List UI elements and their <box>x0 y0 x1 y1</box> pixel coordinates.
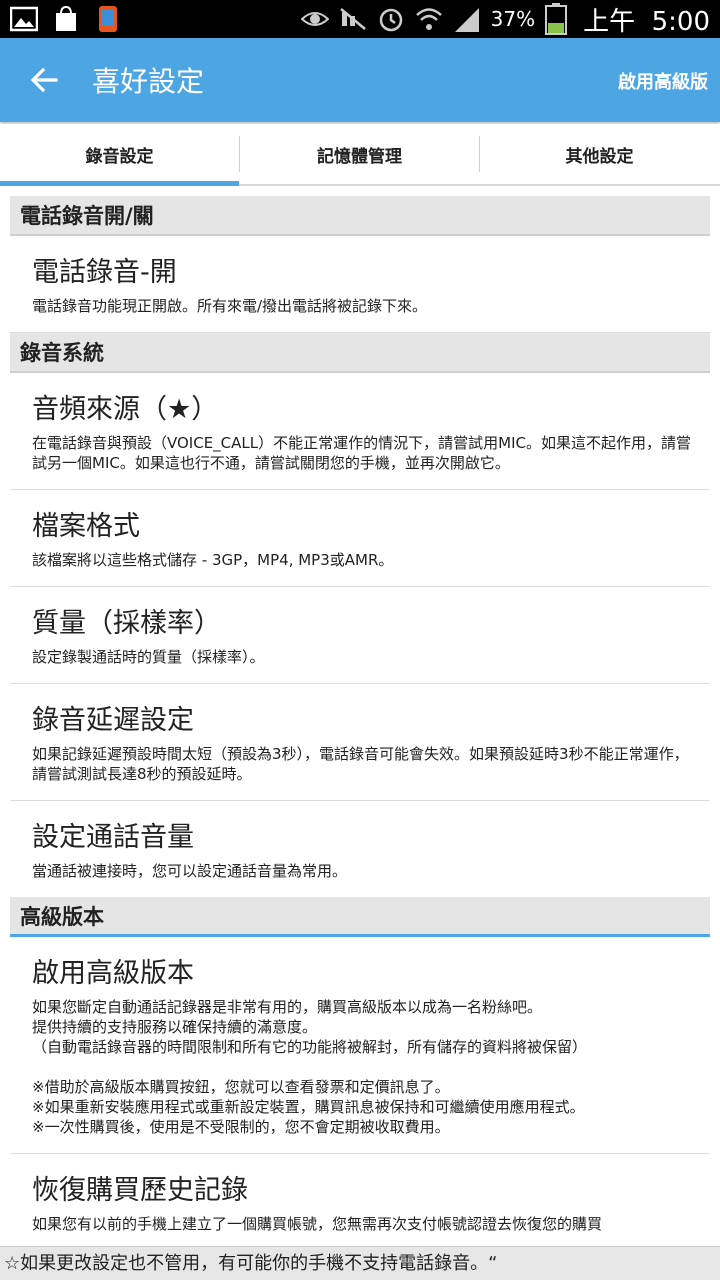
tab-indicator <box>0 181 239 186</box>
pref-restore-purchase[interactable]: 恢復購買歷史記錄 如果您有以前的手機上建立了一個購買帳號，您無需再次支付帳號認證… <box>10 1154 710 1246</box>
pref-summary: 該檔案將以這些格式儲存 - 3GP，MP4, MP3或AMR。 <box>32 551 394 569</box>
pref-summary: 如果您有以前的手機上建立了一個購買帳號，您無需再次支付帳號認證去恢復您的購買 <box>32 1215 603 1233</box>
tab-recording-settings[interactable]: 錄音設定 <box>0 124 239 184</box>
wifi-icon <box>415 8 442 30</box>
battery-icon <box>545 3 568 35</box>
tab-bar: 錄音設定 記憶體管理 其他設定 <box>0 124 720 186</box>
phone-app-icon <box>99 6 117 32</box>
gallery-icon <box>10 6 38 32</box>
pref-title: 設定通話音量 <box>32 822 194 853</box>
back-arrow-icon[interactable] <box>26 62 62 98</box>
tab-memory-management[interactable]: 記憶體管理 <box>240 124 479 184</box>
pref-title: 電話錄音-開 <box>32 257 177 288</box>
pref-enable-premium[interactable]: 啟用高級版本 如果您斷定自動通話記錄器是非常有用的，購買高級版本以成為一名粉絲吧… <box>10 937 710 1154</box>
tab-other-settings[interactable]: 其他設定 <box>480 124 719 184</box>
section-header-call-recording: 電話錄音開/關 <box>10 196 710 236</box>
battery-percent: 37% <box>490 7 536 31</box>
pref-title: 恢復購買歷史記錄 <box>32 1175 248 1206</box>
pref-title: 質量（採樣率） <box>32 608 221 639</box>
section-header-premium: 高級版本 <box>10 897 710 937</box>
pref-title: 啟用高級版本 <box>32 958 194 989</box>
alarm-icon <box>379 8 402 32</box>
pref-call-volume[interactable]: 設定通話音量 當通話被連接時，您可以設定通話音量為常用。 <box>10 801 710 897</box>
preference-list[interactable]: 電話錄音開/關 電話錄音-開 電話錄音功能現正開啟。所有來電/撥出電話將被記錄下… <box>0 196 720 1246</box>
pref-title: 錄音延遲設定 <box>32 705 194 736</box>
pref-title: 檔案格式 <box>32 511 140 542</box>
section-header-recording-system: 錄音系統 <box>10 333 710 373</box>
pref-quality[interactable]: 質量（採樣率） 設定錄製通話時的質量（採樣率）。 <box>10 587 710 684</box>
galaxy-bag-icon <box>56 6 76 31</box>
pref-summary: 電話錄音功能現正開啟。所有來電/撥出電話將被記錄下來。 <box>32 297 428 315</box>
pref-call-recording[interactable]: 電話錄音-開 電話錄音功能現正開啟。所有來電/撥出電話將被記錄下來。 <box>10 236 710 333</box>
pref-summary: 如果您斷定自動通話記錄器是非常有用的，購買高級版本以成為一名粉絲吧。 提供持續的… <box>32 998 588 1136</box>
signal-icon <box>454 8 479 32</box>
bottom-notice: ☆如果更改設定也不管用，有可能你的手機不支持電話錄音。“ <box>0 1246 720 1280</box>
pref-recording-delay[interactable]: 錄音延遲設定 如果記錄延遲預設時間太短（預設為3秒），電話錄音可能會失效。如果預… <box>10 684 710 801</box>
pref-audio-source[interactable]: 音頻來源（★） 在電話錄音與預設（VOICE_CALL）不能正常運作的情況下，請… <box>10 373 710 490</box>
enable-premium-button[interactable]: 啟用高級版 <box>618 68 708 94</box>
mute-icon <box>339 8 366 30</box>
pref-summary: 當通話被連接時，您可以設定通話音量為常用。 <box>32 862 348 880</box>
pref-file-format[interactable]: 檔案格式 該檔案將以這些格式儲存 - 3GP，MP4, MP3或AMR。 <box>10 490 710 587</box>
clock: 上午 5:00 <box>583 6 710 37</box>
pref-summary: 設定錄製通話時的質量（採樣率）。 <box>32 648 265 666</box>
pref-summary: 如果記錄延遲預設時間太短（預設為3秒），電話錄音可能會失效。如果預設延時3秒不能… <box>32 745 689 783</box>
eye-icon <box>300 12 329 26</box>
app-bar: 喜好設定 啟用高級版 <box>0 38 720 122</box>
status-bar: 37% 上午 5:00 <box>0 0 720 38</box>
page-title: 喜好設定 <box>92 65 205 98</box>
pref-title: 音頻來源（★） <box>32 394 219 425</box>
pref-summary: 在電話錄音與預設（VOICE_CALL）不能正常運作的情況下，請嘗試用MIC。如… <box>32 434 691 472</box>
